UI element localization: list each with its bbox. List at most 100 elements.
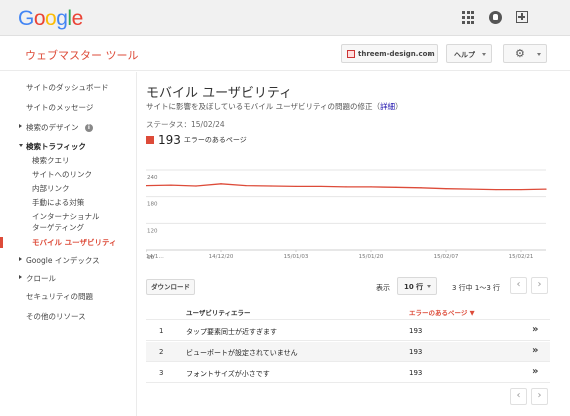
page-description: サイトに影響を及ぼしているモバイル ユーザビリティの問題の修正（詳細） bbox=[146, 101, 403, 112]
settings-button[interactable]: ⚙ bbox=[503, 44, 547, 63]
x-tick-label: 15/02/21 bbox=[509, 254, 534, 260]
sidebar-item-label: クロール bbox=[26, 274, 56, 283]
y-tick-label: 120 bbox=[147, 228, 158, 234]
row-number: 2 bbox=[159, 348, 164, 356]
table-header: ユーザビリティエラー エラーのあるページ ▼ bbox=[146, 302, 550, 320]
table-row[interactable]: 1 タップ要素同士が近すぎます 193 » bbox=[146, 321, 550, 341]
data-point bbox=[220, 183, 222, 185]
table-row[interactable]: 2 ビューポートが設定されていません 193 » bbox=[146, 342, 550, 362]
sidebar-item-other-resources[interactable]: その他のリソース bbox=[0, 311, 137, 322]
download-button[interactable]: ダウンロード bbox=[146, 279, 195, 295]
prev-page-button-bottom[interactable]: ‹ bbox=[510, 388, 527, 405]
sidebar-item-label: Google インデックス bbox=[26, 256, 100, 265]
sidebar-item-dashboard[interactable]: サイトのダッシュボード bbox=[0, 82, 137, 93]
description-text: サイトに影響を及ぼしているモバイル ユーザビリティの問題の修正（ bbox=[146, 102, 381, 111]
y-tick-label: 180 bbox=[147, 202, 158, 208]
data-point bbox=[295, 185, 297, 188]
row-issue: ビューポートが設定されていません bbox=[186, 349, 298, 357]
details-link[interactable]: 詳細 bbox=[380, 102, 395, 111]
legend-swatch bbox=[146, 136, 154, 144]
logo-letter: e bbox=[71, 7, 84, 30]
data-point bbox=[395, 186, 397, 188]
next-page-button[interactable]: › bbox=[531, 277, 548, 294]
row-details-icon[interactable]: » bbox=[532, 366, 538, 377]
chevron-right-icon bbox=[19, 275, 22, 279]
data-point bbox=[495, 188, 497, 191]
site-favicon-icon bbox=[347, 49, 355, 58]
data-point bbox=[370, 186, 372, 188]
logo-letter: o bbox=[33, 7, 46, 30]
sidebar-item-search-queries[interactable]: 検索クエリ bbox=[0, 155, 137, 166]
table-row[interactable]: 3 フォントサイズが小さです 193 » bbox=[146, 363, 550, 383]
product-bar: ウェブマスター ツール threem-design.com ヘルプ ⚙ bbox=[0, 37, 570, 71]
sidebar-item-label: その他のリソース bbox=[26, 312, 86, 321]
x-tick-label: 14/12/20 bbox=[209, 254, 234, 260]
y-tick-label: 240 bbox=[147, 175, 158, 181]
sidebar-item-security-issues[interactable]: セキュリティの問題 bbox=[0, 291, 137, 302]
sidebar-item-crawl[interactable]: クロール bbox=[0, 273, 137, 284]
error-pages-chart[interactable]: 2401801206014/1… 14/12/20 15/01/03 15/01/20… bbox=[146, 166, 548, 266]
add-share-icon[interactable] bbox=[516, 11, 528, 23]
sidebar-item-label: サイトへのリンク bbox=[32, 170, 92, 179]
logo-letter: o bbox=[45, 7, 57, 30]
site-selector[interactable]: threem-design.com bbox=[341, 44, 438, 63]
prev-page-button[interactable]: ‹ bbox=[510, 277, 527, 294]
sidebar-item-label: 検索のデザイン bbox=[26, 123, 79, 132]
sidebar-item-internal-links[interactable]: 内部リンク bbox=[0, 183, 137, 194]
top-bar: Google bbox=[0, 0, 570, 36]
row-pages: 193 bbox=[409, 327, 423, 335]
sidebar-item-google-index[interactable]: Google インデックス bbox=[0, 255, 137, 266]
pagination-range: 3 行中 1〜3 行 bbox=[452, 284, 501, 292]
data-point bbox=[420, 187, 422, 189]
help-label: ヘルプ bbox=[454, 51, 475, 59]
sidebar-item-international-targeting[interactable]: インターナショナル ターゲティング bbox=[0, 211, 105, 233]
x-tick-label: 14/1… bbox=[146, 254, 164, 260]
sidebar-item-manual-actions[interactable]: 手動による対策 bbox=[0, 197, 137, 208]
x-tick-label: 15/02/07 bbox=[434, 254, 459, 260]
chevron-down-icon bbox=[482, 53, 486, 56]
sidebar-item-links-to-site[interactable]: サイトへのリンク bbox=[0, 169, 137, 180]
data-point bbox=[520, 188, 522, 191]
product-title[interactable]: ウェブマスター ツール bbox=[25, 47, 139, 63]
row-details-icon[interactable]: » bbox=[532, 324, 538, 335]
chevron-down-icon bbox=[19, 144, 23, 147]
chevron-down-icon bbox=[537, 53, 541, 56]
site-name: threem-design.com bbox=[358, 49, 435, 58]
row-details-icon[interactable]: » bbox=[532, 345, 538, 356]
sidebar-item-label: 検索トラフィック bbox=[26, 142, 86, 151]
row-issue: タップ要素同士が近すぎます bbox=[186, 328, 277, 336]
next-page-button-bottom[interactable]: › bbox=[531, 388, 548, 405]
sidebar-item-label: サイトのダッシュボード bbox=[26, 83, 109, 92]
data-point bbox=[170, 184, 172, 186]
x-tick-label: 15/01/20 bbox=[359, 254, 384, 260]
sidebar-item-messages[interactable]: サイトのメッセージ bbox=[0, 102, 137, 113]
x-tick-label: 15/01/03 bbox=[284, 254, 309, 260]
sidebar-item-search-traffic[interactable]: 検索トラフィック bbox=[0, 141, 137, 152]
page-title: モバイル ユーザビリティ bbox=[146, 86, 293, 101]
column-header-pages[interactable]: エラーのあるページ ▼ bbox=[409, 307, 475, 317]
chevron-down-icon bbox=[428, 53, 432, 56]
sidebar: サイトのダッシュボード サイトのメッセージ 検索のデザイン i 検索トラフィック… bbox=[0, 72, 137, 416]
data-point bbox=[270, 185, 272, 187]
sidebar-item-label: 検索クエリ bbox=[32, 156, 70, 165]
data-point bbox=[545, 188, 547, 190]
column-header-issue[interactable]: ユーザビリティエラー bbox=[186, 307, 250, 317]
google-logo[interactable]: Google bbox=[18, 7, 83, 31]
sidebar-item-mobile-usability[interactable]: モバイル ユーザビリティ bbox=[0, 237, 137, 248]
description-end: ） bbox=[395, 102, 403, 111]
info-icon[interactable]: i bbox=[84, 124, 93, 132]
chevron-down-icon bbox=[427, 285, 431, 288]
row-pages: 193 bbox=[409, 369, 423, 377]
active-indicator bbox=[0, 237, 3, 248]
chevron-right-icon bbox=[19, 124, 22, 128]
data-point bbox=[345, 186, 347, 188]
account-icon[interactable] bbox=[489, 11, 502, 24]
data-point bbox=[470, 188, 472, 190]
sidebar-item-search-appearance[interactable]: 検索のデザイン i bbox=[0, 122, 137, 133]
apps-grid-icon[interactable] bbox=[462, 11, 476, 25]
help-button[interactable]: ヘルプ bbox=[446, 44, 492, 63]
legend-label: エラーのあるページ bbox=[183, 136, 247, 144]
chevron-right-icon bbox=[19, 257, 22, 261]
rows-per-page-select[interactable]: 10 行 bbox=[397, 277, 437, 295]
logo-letter: g bbox=[56, 7, 68, 30]
